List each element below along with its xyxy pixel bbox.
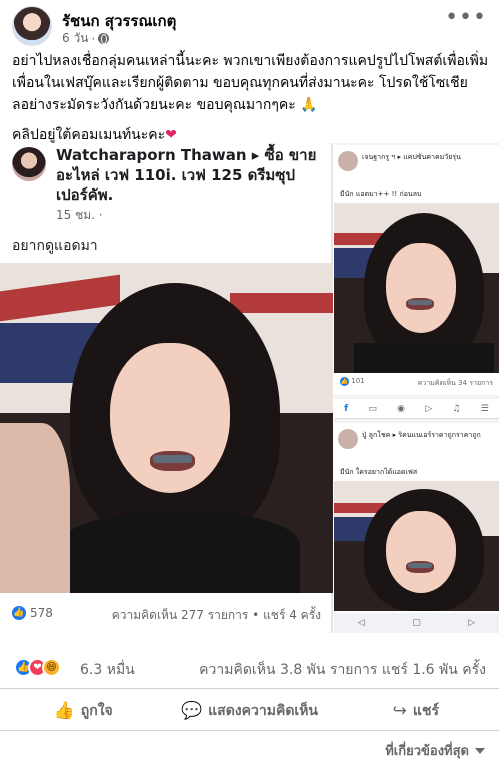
post-time[interactable]: 6 วัน — [62, 29, 88, 48]
comment-button[interactable]: 💬 แสดงความคิดเห็น — [166, 696, 332, 726]
like-button[interactable]: 👍 ถูกใจ — [0, 696, 166, 726]
shared-post-stats: ความคิดเห็น 34 รายการ — [417, 379, 493, 387]
shared-photo — [334, 481, 499, 611]
shared-post-author: ปู่ ลูกโชค ▸ ริคนแนเอร์ราคาถูกราคาถูก — [362, 431, 481, 439]
divider — [0, 730, 499, 731]
video-icon: ▭ — [368, 403, 377, 414]
watch-icon: ▷ — [425, 403, 433, 414]
like-icon: 👍 — [12, 606, 26, 620]
caret-down-icon — [475, 747, 485, 754]
shared-like-count: 578 — [30, 606, 53, 620]
comment-sort-dropdown[interactable]: ที่เกี่ยวข้องที่สุด — [385, 740, 485, 760]
heart-icon: ❤ — [165, 127, 177, 143]
thumbs-up-icon: 👍 — [53, 701, 75, 721]
shared-post-stats: ความคิดเห็น 277 รายการ • แชร์ 4 ครั้ง — [111, 608, 321, 622]
post-paragraph: อย่าไปหลงเชื่อกลุ่มคนเหล่านี้นะคะ พวกเขา… — [12, 53, 489, 113]
comment-share-stats[interactable]: ความคิดเห็น 3.8 พัน รายการ แชร์ 1.6 พัน … — [199, 659, 486, 681]
back-icon: ◁ — [357, 618, 365, 628]
shared-post-caption: อยากดูแอดมา — [12, 238, 98, 254]
comment-icon: 💬 — [180, 701, 203, 721]
post-actions: 👍 ถูกใจ 💬 แสดงความคิดเห็น ↪ แชร์ — [0, 696, 499, 726]
post-text: อย่าไปหลงเชื่อกลุ่มคนเหล่านี้นะคะ พวกเขา… — [12, 50, 490, 154]
right-screenshot-top: เจนฐากรู ฯ ▸ แคปซันคาคมวัยรุ่น มีนัก แอด… — [334, 145, 499, 395]
shared-post-caption: มีนัก ใครอยากได้แอดเฟส — [340, 468, 418, 476]
author-avatar[interactable] — [12, 6, 52, 46]
messenger-icon: ◉ — [397, 403, 405, 414]
notification-icon: ♫ — [452, 403, 461, 414]
sort-label: ที่เกี่ยวข้องที่สุด — [385, 744, 469, 759]
facebook-logo-icon: f — [344, 403, 349, 414]
right-screenshot-bottom: ปู่ ลูกโชค ▸ ริคนแนเอร์ราคาถูกราคาถูก มี… — [334, 423, 499, 633]
recent-apps-icon: ▷ — [468, 618, 476, 628]
like-label: ถูกใจ — [80, 703, 113, 719]
post-image[interactable]: Watcharaporn Thawan ▸ ซื้อ ขาย อะไหล่ เว… — [0, 143, 499, 643]
shared-post-caption: มีนัก แอดมา++ !! ก่อนลบ — [340, 190, 422, 198]
shared-post-avatar — [338, 429, 358, 449]
reactions-summary: 👍 ❤ 😆 6.3 หมื่น ความคิดเห็น 3.8 พัน รายก… — [14, 656, 486, 680]
share-icon: ↪ — [392, 701, 407, 721]
post-header: รัชนก สุวรรณเกตุ 6 วัน · ••• — [12, 6, 487, 50]
shared-post-avatar — [338, 151, 358, 171]
comment-label: แสดงความคิดเห็น — [208, 703, 318, 719]
facebook-nav-bar: f ▭ ◉ ▷ ♫ ☰ — [334, 399, 499, 419]
share-button[interactable]: ↪ แชร์ — [333, 696, 499, 726]
reaction-icons[interactable]: 👍 ❤ 😆 — [14, 658, 61, 677]
post-meta: 6 วัน · — [62, 29, 110, 48]
share-label: แชร์ — [412, 703, 439, 719]
shared-post-footer: 👍 578 ความคิดเห็น 277 รายการ • แชร์ 4 คร… — [0, 598, 333, 633]
left-screenshot: Watcharaporn Thawan ▸ ซื้อ ขาย อะไหล่ เว… — [0, 143, 333, 633]
shared-photo — [0, 263, 333, 593]
shared-post-author: Watcharaporn Thawan ▸ ซื้อ ขาย อะไหล่ เว… — [56, 146, 317, 204]
shared-post-author: เจนฐากรู ฯ ▸ แคปซันคาคมวัยรุ่น — [362, 153, 461, 161]
more-options-icon[interactable]: ••• — [445, 7, 487, 29]
haha-icon: 😆 — [42, 658, 61, 677]
android-nav-bar: ◁ ▢ ▷ — [334, 613, 499, 633]
shared-photo — [334, 203, 499, 373]
menu-icon: ☰ — [480, 403, 489, 414]
divider — [0, 688, 499, 689]
right-screenshots: เจนฐากรู ฯ ▸ แคปซันคาคมวัยรุ่น มีนัก แอด… — [334, 143, 499, 633]
shared-like-count: 101 — [351, 377, 365, 385]
shared-post-time: 15 ชม. · — [56, 208, 103, 222]
home-icon: ▢ — [412, 618, 421, 628]
reaction-count[interactable]: 6.3 หมื่น — [80, 659, 135, 681]
shared-post-avatar — [12, 147, 46, 181]
like-icon: 👍 — [340, 377, 349, 386]
globe-icon — [98, 33, 110, 44]
